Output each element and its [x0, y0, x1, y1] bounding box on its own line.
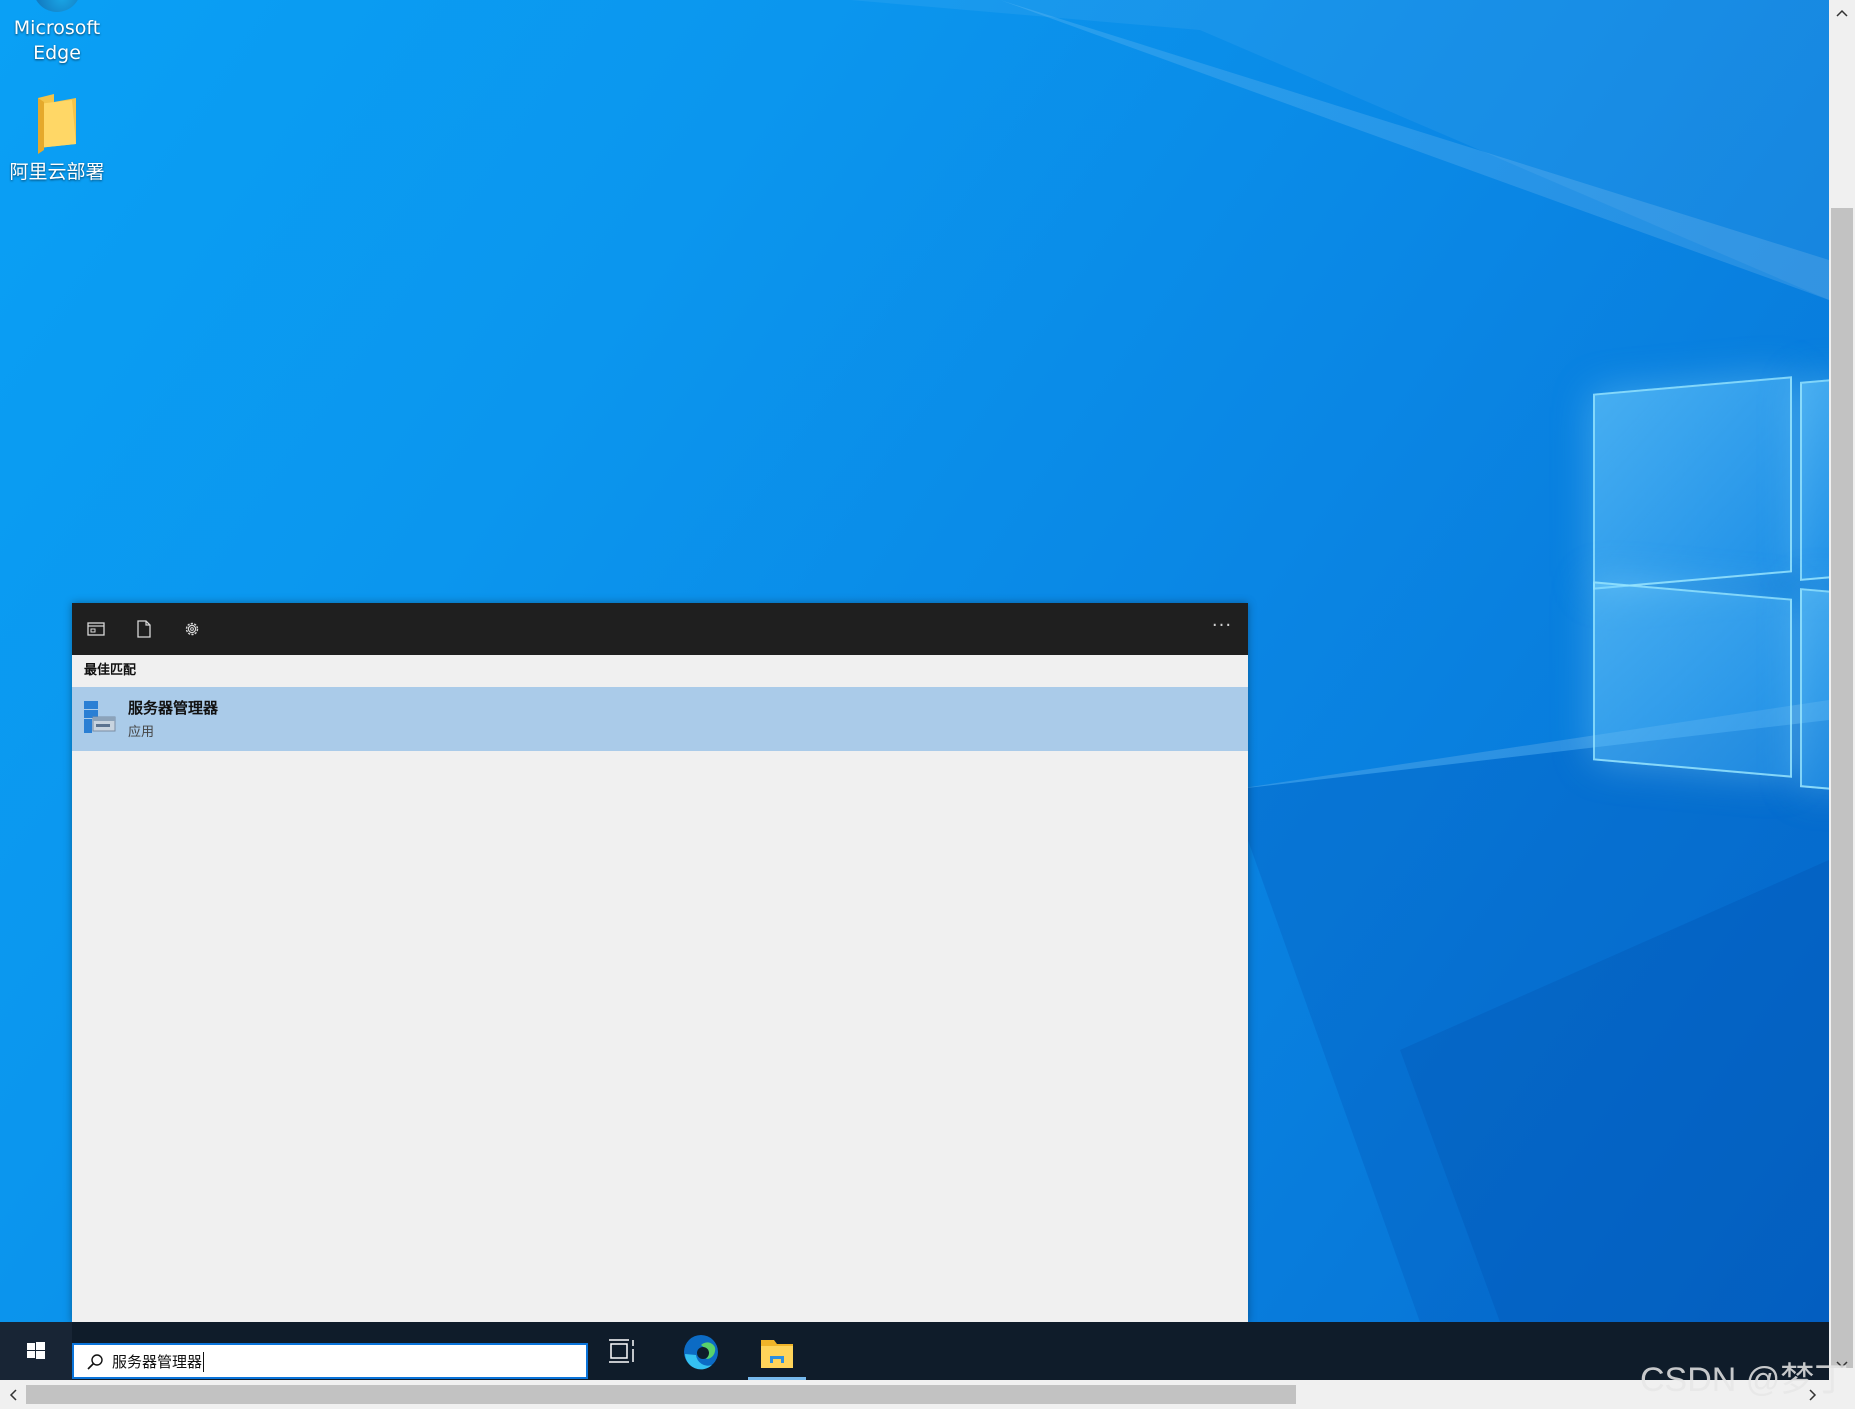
server-manager-icon [84, 699, 116, 735]
taskbar-search-box[interactable]: 服务器管理器 [72, 1343, 588, 1379]
apps-icon [87, 622, 105, 636]
windows-logo-pane [1593, 581, 1792, 778]
search-icon [87, 1354, 103, 1370]
screen: Microsoft Edge 阿里云部署 ··· 最佳匹配 服务器管理器 应用 … [0, 0, 1855, 1409]
taskbar: 服务器管理器 [0, 1322, 1829, 1380]
tab-documents[interactable] [130, 615, 158, 643]
taskbar-explorer-button[interactable] [748, 1326, 806, 1380]
chevron-left-icon [9, 1389, 17, 1401]
folder-icon [34, 92, 80, 154]
windows-logo-pane [1800, 378, 1829, 581]
more-options-button[interactable]: ··· [1208, 615, 1236, 643]
edge-icon [33, 0, 81, 12]
windows-logo-pane [1593, 376, 1792, 590]
task-view-icon [609, 1339, 634, 1363]
search-input[interactable]: 服务器管理器 [112, 1352, 205, 1372]
result-subtitle: 应用 [128, 725, 155, 740]
flyout-toolbar: ··· [72, 603, 1248, 655]
vertical-scroll-thumb[interactable] [1831, 208, 1853, 1368]
section-heading-best-match: 最佳匹配 [84, 663, 137, 678]
desktop-icon-folder[interactable]: 阿里云部署 [2, 92, 112, 185]
taskbar-edge-button[interactable] [682, 1333, 720, 1371]
start-button[interactable] [0, 1322, 72, 1380]
chevron-up-icon [1836, 9, 1848, 17]
document-icon [137, 620, 151, 638]
best-match-result[interactable]: 服务器管理器 应用 [72, 687, 1248, 751]
tab-settings[interactable] [178, 615, 206, 643]
tab-apps[interactable] [82, 615, 110, 643]
file-explorer-icon [761, 1340, 793, 1368]
windows-logo-icon [27, 1342, 45, 1359]
task-view-button[interactable] [608, 1337, 638, 1365]
gear-icon [185, 622, 199, 636]
windows-logo-pane [1800, 588, 1829, 791]
scroll-left-arrow[interactable] [0, 1382, 26, 1408]
watermark: CSDN @梦丁 [1640, 1361, 1849, 1399]
desktop-icon-edge[interactable]: Microsoft Edge [2, 0, 112, 66]
scroll-up-arrow[interactable] [1829, 0, 1855, 26]
horizontal-scroll-thumb[interactable] [26, 1385, 1296, 1404]
result-title: 服务器管理器 [128, 699, 219, 717]
search-flyout: ··· 最佳匹配 服务器管理器 应用 [72, 603, 1248, 1323]
desktop-icon-label: Microsoft Edge [13, 17, 101, 64]
desktop-icon-label: 阿里云部署 [9, 161, 105, 183]
edge-icon [684, 1335, 718, 1370]
